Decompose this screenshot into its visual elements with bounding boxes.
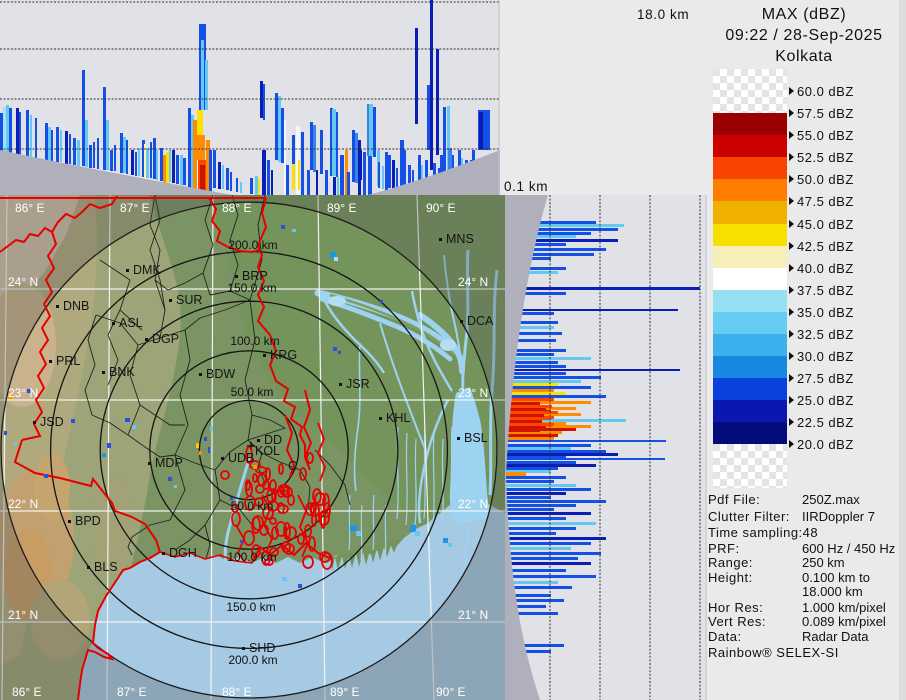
svg-text:21° N: 21° N	[458, 608, 488, 622]
svg-text:200.0 km: 200.0 km	[228, 653, 277, 667]
svg-text:24° N: 24° N	[458, 275, 488, 289]
svg-text:UDB: UDB	[228, 451, 254, 465]
svg-text:150.0 km: 150.0 km	[227, 281, 276, 295]
svg-text:BRP: BRP	[242, 269, 268, 283]
svg-text:50.0 km: 50.0 km	[231, 385, 274, 399]
svg-text:DGH: DGH	[169, 546, 197, 560]
svg-text:JSR: JSR	[346, 377, 370, 391]
svg-text:SUR: SUR	[176, 293, 202, 307]
svg-text:86° E: 86° E	[15, 201, 44, 215]
svg-text:200.0 km: 200.0 km	[228, 238, 277, 252]
svg-text:DMK: DMK	[133, 263, 161, 277]
svg-text:87° E: 87° E	[117, 685, 146, 699]
svg-text:PRL: PRL	[56, 354, 80, 368]
svg-text:88° E: 88° E	[222, 201, 251, 215]
svg-text:C: C	[288, 459, 297, 473]
svg-text:BDW: BDW	[206, 367, 235, 381]
svg-text:MNS: MNS	[446, 232, 474, 246]
svg-text:100.0 km: 100.0 km	[230, 334, 279, 348]
svg-text:KRG: KRG	[270, 348, 297, 362]
svg-text:ASL: ASL	[119, 316, 143, 330]
svg-text:50.0 km: 50.0 km	[231, 499, 274, 513]
svg-text:86° E: 86° E	[12, 685, 41, 699]
svg-text:24° N: 24° N	[8, 275, 38, 289]
svg-text:BNK: BNK	[109, 365, 135, 379]
svg-text:KOL: KOL	[255, 444, 280, 458]
svg-text:100.0 km: 100.0 km	[227, 550, 276, 564]
svg-text:90° E: 90° E	[436, 685, 465, 699]
svg-text:JSD: JSD	[40, 415, 64, 429]
svg-text:DCA: DCA	[467, 314, 494, 328]
svg-text:BSL: BSL	[464, 431, 488, 445]
svg-text:87° E: 87° E	[120, 201, 149, 215]
svg-text:KHL: KHL	[386, 411, 410, 425]
svg-text:89° E: 89° E	[330, 685, 359, 699]
svg-text:22° N: 22° N	[8, 497, 38, 511]
svg-text:89° E: 89° E	[327, 201, 356, 215]
svg-text:23° N: 23° N	[8, 386, 38, 400]
svg-text:150.0 km: 150.0 km	[226, 600, 275, 614]
svg-text:SHD: SHD	[249, 641, 275, 655]
svg-text:23° N: 23° N	[458, 386, 488, 400]
svg-text:90° E: 90° E	[426, 201, 455, 215]
svg-text:BLS: BLS	[94, 560, 118, 574]
svg-text:DNB: DNB	[63, 299, 89, 313]
svg-text:DGP: DGP	[152, 332, 179, 346]
svg-text:BPD: BPD	[75, 514, 101, 528]
svg-text:21° N: 21° N	[8, 608, 38, 622]
svg-text:22° N: 22° N	[458, 497, 488, 511]
svg-text:MDP: MDP	[155, 456, 183, 470]
svg-text:88° E: 88° E	[222, 685, 251, 699]
